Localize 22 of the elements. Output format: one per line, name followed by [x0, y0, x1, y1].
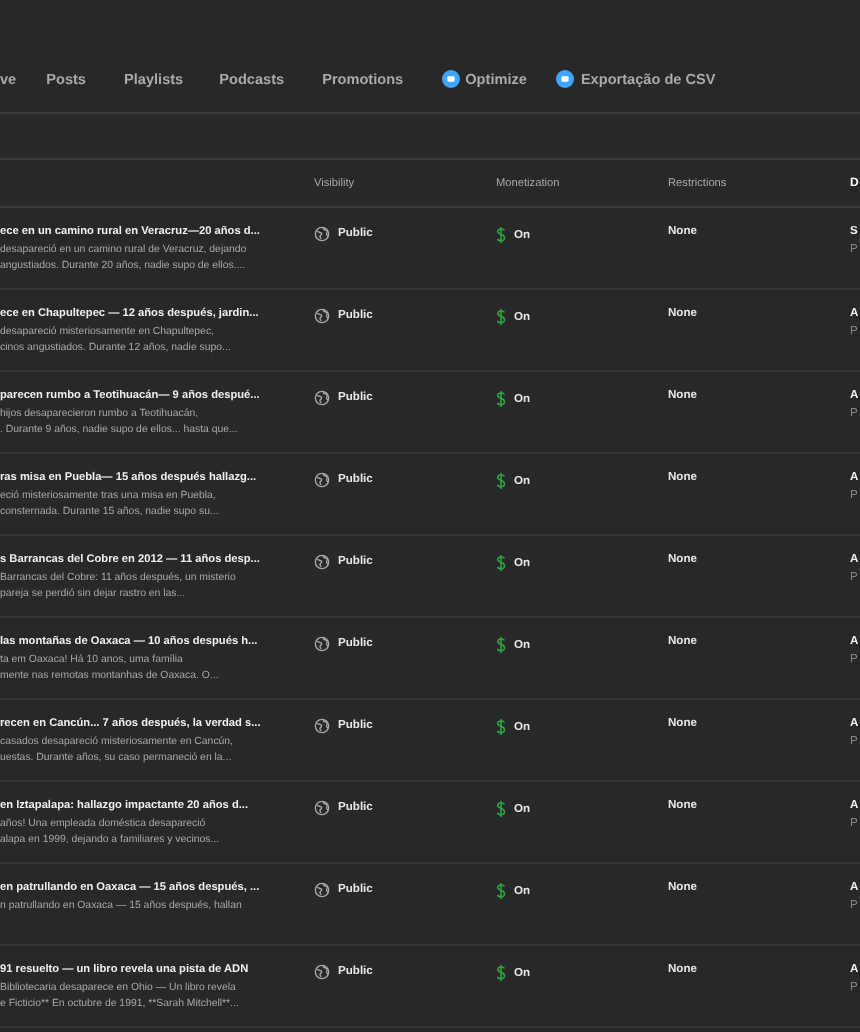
- badge-icon: [556, 70, 575, 88]
- globe-icon: [314, 472, 330, 488]
- dollar-icon: [496, 226, 506, 244]
- dollar-icon: [496, 964, 506, 982]
- dollar-icon: [496, 882, 506, 900]
- dollar-icon: [496, 390, 506, 408]
- globe-icon: [314, 718, 330, 734]
- globe-icon: [314, 636, 330, 652]
- globe-icon: [314, 882, 330, 898]
- globe-icon: [314, 800, 330, 816]
- globe-icon: [314, 964, 330, 980]
- globe-icon: [314, 308, 330, 324]
- globe-icon: [314, 226, 330, 242]
- badge-icon: [441, 70, 460, 88]
- dollar-icon: [496, 636, 506, 654]
- dollar-icon: [496, 800, 506, 818]
- dollar-icon: [496, 308, 506, 326]
- globe-icon: [314, 390, 330, 406]
- dollar-icon: [496, 472, 506, 490]
- dollar-icon: [496, 554, 506, 572]
- globe-icon: [314, 554, 330, 570]
- dollar-icon: [496, 718, 506, 736]
